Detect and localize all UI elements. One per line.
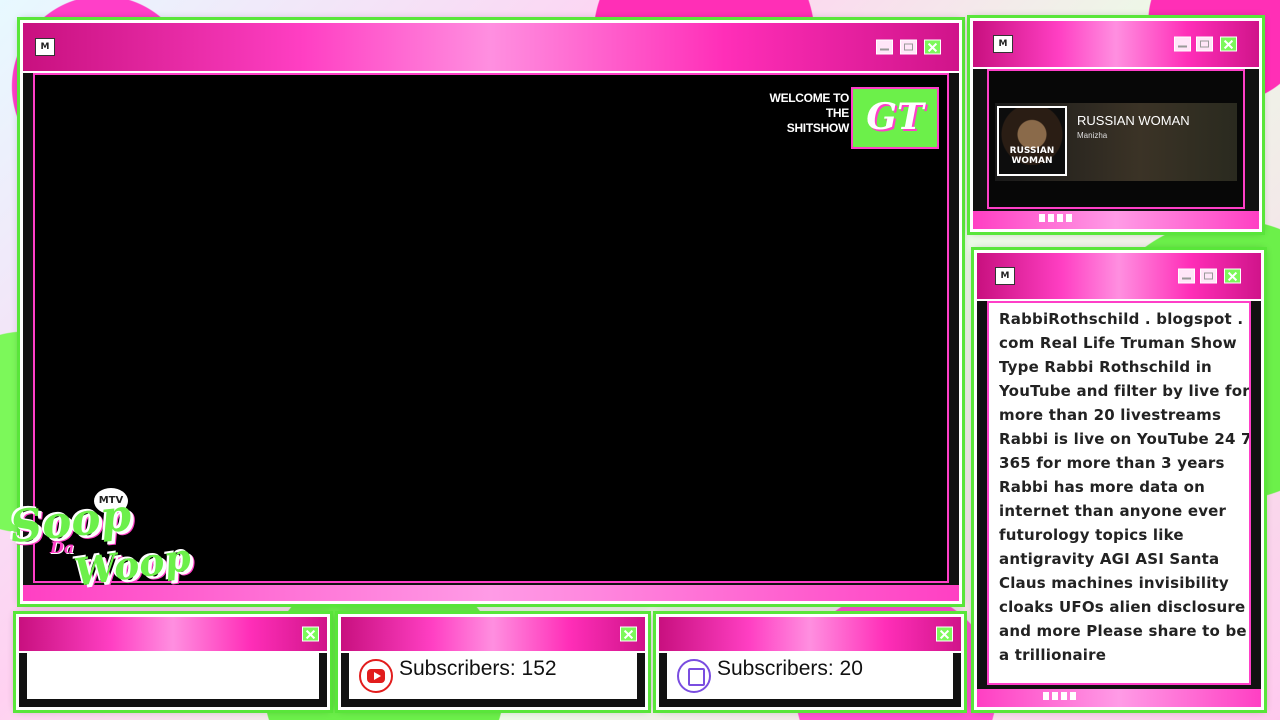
blank-widget-window xyxy=(16,614,330,710)
song-artist: Manizha xyxy=(1077,131,1108,140)
now-playing-panel: RUSSIAN WOMAN RUSSIAN WOMAN Manizha xyxy=(987,69,1245,209)
maximize-icon[interactable] xyxy=(1200,268,1217,284)
logo-word-da: Da xyxy=(50,538,75,557)
close-icon[interactable] xyxy=(620,626,637,642)
mtv-icon: M xyxy=(35,38,55,56)
welcome-line-3: SHITSHOW xyxy=(786,121,850,135)
now-playing-track: RUSSIAN WOMAN RUSSIAN WOMAN Manizha xyxy=(995,103,1237,181)
close-icon[interactable] xyxy=(936,626,953,642)
minimize-icon[interactable] xyxy=(1174,36,1191,52)
twitch-subscriber-count: Subscribers: 20 xyxy=(717,657,863,680)
blank-widget-panel xyxy=(27,653,319,699)
blank-widget-titlebar[interactable] xyxy=(19,617,327,653)
welcome-line-1: WELCOME TO xyxy=(769,91,850,105)
song-title: RUSSIAN WOMAN xyxy=(1077,113,1190,128)
youtube-widget-panel: Subscribers: 152 xyxy=(349,653,637,699)
minimize-icon[interactable] xyxy=(1178,268,1195,284)
youtube-subscriber-count: Subscribers: 152 xyxy=(399,657,557,680)
welcome-line-2: THE xyxy=(825,106,849,120)
maximize-icon[interactable] xyxy=(1196,36,1213,52)
twitch-widget-panel: Subscribers: 20 xyxy=(667,653,953,699)
info-panel: RabbiRothschild . blogspot . com Real Li… xyxy=(987,301,1251,685)
youtube-widget-titlebar[interactable] xyxy=(341,617,645,653)
info-window-footer xyxy=(977,689,1261,707)
welcome-caption: WELCOME TO THE SHITSHOW xyxy=(769,91,850,136)
close-icon[interactable] xyxy=(1224,268,1241,284)
channel-logo: GT xyxy=(851,87,939,149)
close-icon[interactable] xyxy=(302,626,319,642)
info-window: M RabbiRothschild . blogspot . com Real … xyxy=(974,250,1264,710)
close-icon[interactable] xyxy=(924,39,941,55)
twitch-subscribers-window: Subscribers: 20 xyxy=(656,614,964,710)
footer-dots xyxy=(1043,685,1079,704)
youtube-icon xyxy=(359,659,393,693)
stream-window-titlebar[interactable]: M xyxy=(23,23,959,73)
maximize-icon[interactable] xyxy=(900,39,917,55)
mtv-icon: M xyxy=(993,35,1013,53)
soop-da-woop-logo: MTV Soop Da Woop xyxy=(8,488,200,606)
album-cover: RUSSIAN WOMAN xyxy=(997,106,1067,176)
close-icon[interactable] xyxy=(1220,36,1237,52)
footer-dots xyxy=(1039,207,1075,226)
now-playing-footer xyxy=(973,211,1259,229)
youtube-subscribers-window: Subscribers: 152 xyxy=(338,614,648,710)
info-text: RabbiRothschild . blogspot . com Real Li… xyxy=(999,310,1251,664)
album-cover-text: RUSSIAN WOMAN xyxy=(1009,146,1055,166)
now-playing-titlebar[interactable]: M xyxy=(973,21,1259,69)
minimize-icon[interactable] xyxy=(876,39,893,55)
info-window-titlebar[interactable]: M xyxy=(977,253,1261,301)
mtv-icon: M xyxy=(995,267,1015,285)
twitch-widget-titlebar[interactable] xyxy=(659,617,961,653)
twitch-icon xyxy=(677,659,711,693)
now-playing-window: M RUSSIAN WOMAN RUSSIAN WOMAN Manizha xyxy=(970,18,1262,232)
